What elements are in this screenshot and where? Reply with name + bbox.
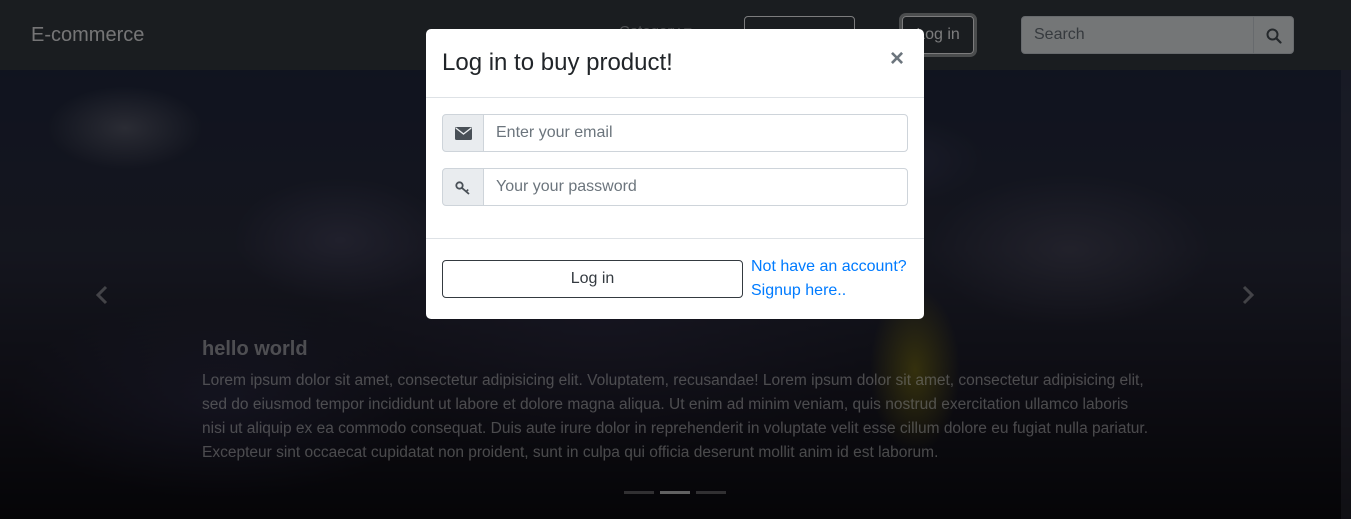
signup-link-line-1[interactable]: Not have an account? [751,255,921,279]
modal-footer-divider [426,238,924,239]
password-field[interactable] [483,168,908,206]
signup-link-line-2[interactable]: Signup here.. [751,279,921,303]
modal-header: Log in to buy product! × [426,29,924,98]
email-input-group [442,114,908,152]
email-field[interactable] [483,114,908,152]
envelope-icon [455,127,472,140]
key-icon [455,181,470,195]
password-input-group [442,168,908,206]
password-addon [442,168,484,206]
modal-title: Log in to buy product! [442,49,673,76]
login-modal: Log in to buy product! × Log in Not have… [426,29,924,319]
login-button[interactable]: Log in [442,260,743,298]
email-addon [442,114,484,152]
signup-link[interactable]: Not have an account? Signup here.. [751,255,921,303]
close-button[interactable]: × [890,47,904,71]
